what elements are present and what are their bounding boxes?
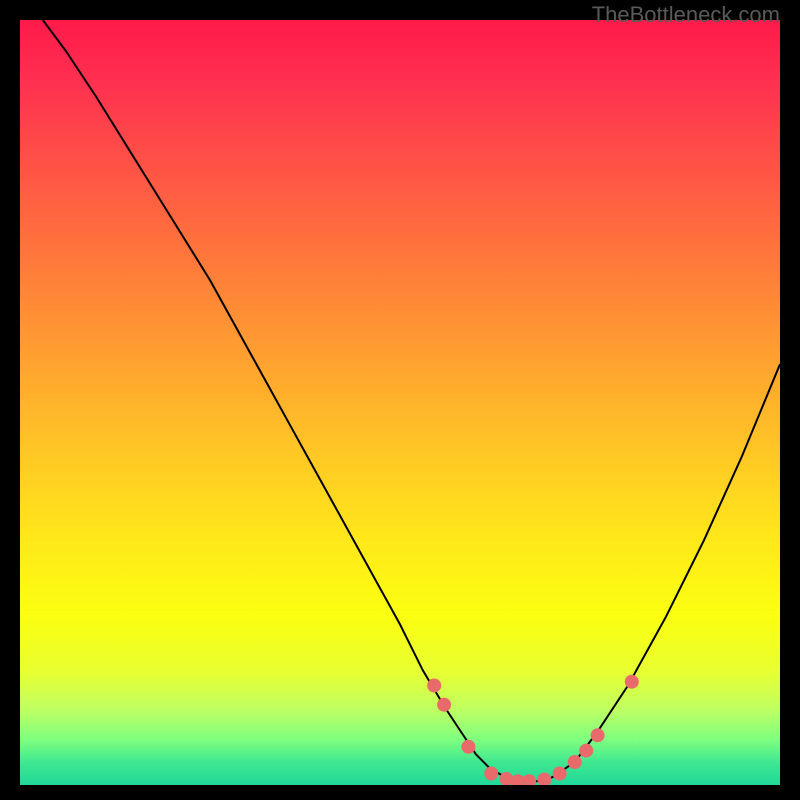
chart-plot-area <box>20 20 780 785</box>
curve-marker <box>427 679 441 693</box>
bottleneck-curve-svg <box>20 20 780 785</box>
curve-marker <box>437 698 451 712</box>
curve-marker <box>625 675 639 689</box>
curve-marker <box>484 767 498 781</box>
bottleneck-curve-path <box>43 20 780 781</box>
watermark-text: TheBottleneck.com <box>592 2 780 28</box>
curve-marker <box>591 728 605 742</box>
curve-marker <box>537 773 551 785</box>
curve-marker <box>461 740 475 754</box>
curve-marker <box>579 744 593 758</box>
curve-marker <box>553 767 567 781</box>
curve-marker <box>568 755 582 769</box>
curve-marker <box>522 774 536 785</box>
